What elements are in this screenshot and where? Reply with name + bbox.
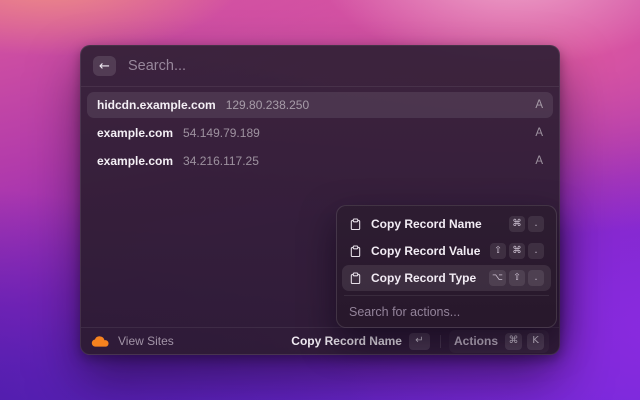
record-value: 34.216.117.25 [183,154,259,168]
command-key-icon: ⌘ [505,333,522,350]
menu-item-shortcut: ⌘ . [509,216,544,232]
command-key-icon: ⌘ [509,216,525,232]
primary-action-button[interactable]: Copy Record Name ↵ [289,331,432,352]
record-value: 129.80.238.250 [226,98,309,112]
period-key-icon: . [528,216,544,232]
back-button[interactable]: ← [93,56,116,76]
menu-item-shortcut: ⌥ ⇧ . [489,270,544,286]
actions-menu-button[interactable]: Actions ⌘ K [449,330,549,353]
menu-item-copy-record-type[interactable]: Copy Record Type ⌥ ⇧ . [342,265,551,291]
search-input[interactable] [128,58,547,74]
record-name: example.com [97,154,173,168]
shift-key-icon: ⇧ [509,270,525,286]
view-sites-label: View Sites [118,334,174,348]
record-value: 54.149.79.189 [183,126,260,140]
command-key-icon: ⌘ [509,243,525,259]
view-sites-button[interactable]: View Sites [91,334,174,348]
record-type: A [535,127,543,139]
cloudflare-cloud-icon [91,336,110,347]
record-name: hidcdn.example.com [97,98,216,112]
primary-action-label: Copy Record Name [291,334,402,348]
record-type: A [535,155,543,167]
clipboard-icon [349,218,362,231]
search-header: ← [81,46,559,87]
back-arrow-icon: ← [99,60,110,73]
record-name: example.com [97,126,173,140]
shift-key-icon: ⇧ [490,243,506,259]
desktop-wallpaper: ← hidcdn.example.com 129.80.238.250 A ex… [0,0,640,400]
footer-actions: Copy Record Name ↵ Actions ⌘ K [289,330,549,353]
menu-item-copy-record-value[interactable]: Copy Record Value ⇧ ⌘ . [342,238,551,264]
option-key-icon: ⌥ [489,270,506,286]
actions-menu-panel: Copy Record Name ⌘ . Copy Record Value ⇧… [336,205,557,328]
dns-record-row[interactable]: example.com 54.149.79.189 A [87,120,553,146]
actions-search-input[interactable] [342,296,551,327]
dns-record-row[interactable]: example.com 34.216.117.25 A [87,148,553,174]
period-key-icon: . [528,243,544,259]
period-key-icon: . [528,270,544,286]
menu-item-shortcut: ⇧ ⌘ . [490,243,544,259]
actions-label: Actions [454,334,498,348]
dns-record-row[interactable]: hidcdn.example.com 129.80.238.250 A [87,92,553,118]
clipboard-icon [349,245,362,258]
status-bar: View Sites Copy Record Name ↵ Actions ⌘ … [81,327,559,354]
clipboard-icon [349,272,362,285]
menu-item-label: Copy Record Type [371,271,476,285]
dns-record-list: hidcdn.example.com 129.80.238.250 A exam… [81,87,559,179]
menu-item-label: Copy Record Name [371,217,482,231]
record-type: A [535,99,543,111]
k-key-icon: K [527,333,544,350]
menu-item-label: Copy Record Value [371,244,480,258]
menu-item-copy-record-name[interactable]: Copy Record Name ⌘ . [342,211,551,237]
return-key-icon: ↵ [409,333,430,350]
footer-divider [440,335,441,348]
